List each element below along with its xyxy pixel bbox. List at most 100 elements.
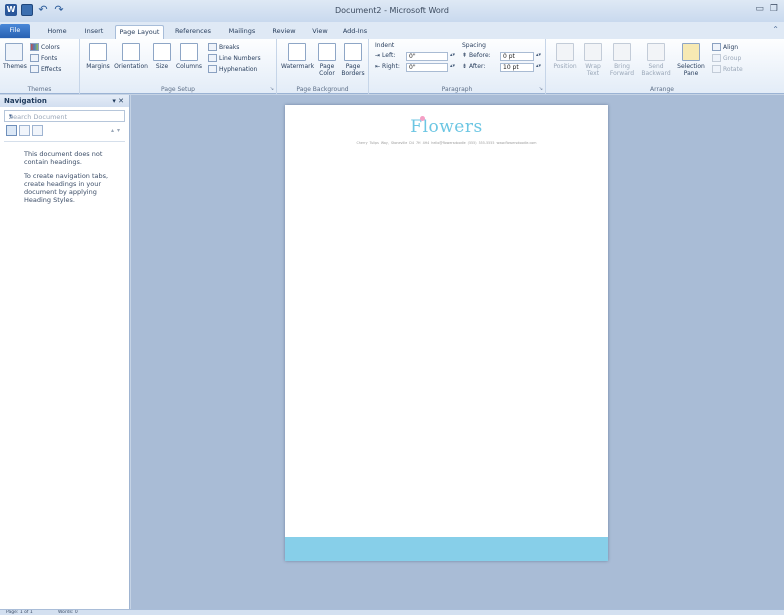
document-page[interactable]: Flowers Cherry Tulips Way, Stoneville D4…	[285, 105, 608, 561]
flower-icon	[420, 116, 426, 121]
ribbon-tabs: File Home Insert Page Layout References …	[0, 22, 784, 39]
position-icon	[556, 43, 574, 61]
theme-colors-button[interactable]: Colors	[30, 43, 60, 51]
selection-pane-button[interactable]: Selection Pane	[675, 43, 707, 77]
orientation-button[interactable]: Orientation	[113, 43, 149, 70]
page-color-button[interactable]: Page Color	[315, 43, 339, 77]
indent-right-field[interactable]: 0"	[406, 63, 448, 72]
margins-label: Margins	[86, 63, 110, 70]
restore-icon[interactable]: ❐	[770, 4, 778, 14]
align-label: Align	[723, 43, 739, 51]
group-objects-button[interactable]: Group	[712, 54, 741, 62]
orientation-label: Orientation	[114, 63, 148, 70]
size-button[interactable]: Size	[152, 43, 172, 70]
colors-icon	[30, 43, 39, 51]
page-setup-launcher-icon[interactable]: ↘	[270, 86, 274, 92]
theme-fonts-button[interactable]: Fonts	[30, 54, 57, 62]
orientation-icon	[122, 43, 140, 61]
tab-review[interactable]: Review	[270, 25, 298, 39]
nav-up-down-icon[interactable]: ▴▾	[111, 127, 123, 134]
spacing-before-row: ⇞ Before:	[462, 52, 491, 59]
hyphenation-button[interactable]: Hyphenation	[208, 65, 257, 73]
indent-left-row: ⇥ Left:	[375, 52, 395, 59]
logo-text: Flowers	[410, 116, 483, 137]
breaks-label: Breaks	[219, 43, 240, 51]
fonts-icon	[30, 54, 39, 62]
help-icon[interactable]: ⌃	[772, 25, 779, 34]
footer-band	[285, 537, 608, 561]
browse-headings-tab[interactable]	[6, 125, 17, 136]
spacing-after-row: ⇟ After:	[462, 63, 485, 70]
search-document-input[interactable]: Search Document ⌕ ▾	[4, 110, 125, 122]
spacing-after-field[interactable]: 10 pt	[500, 63, 534, 72]
themes-button-label: Themes	[3, 63, 27, 70]
tab-add-ins[interactable]: Add-Ins	[341, 25, 369, 39]
indent-left-field[interactable]: 0"	[406, 52, 448, 61]
hyphenation-icon	[208, 65, 217, 73]
group-label-arrange: Arrange	[650, 86, 674, 93]
navigation-header: Navigation ▾ ✕	[0, 95, 129, 107]
themes-icon	[5, 43, 23, 61]
page-color-icon	[318, 43, 336, 61]
line-numbers-button[interactable]: Line Numbers	[208, 54, 261, 62]
wrap-text-button[interactable]: Wrap Text	[581, 43, 605, 77]
tab-mailings[interactable]: Mailings	[225, 25, 259, 39]
spacing-heading: Spacing	[462, 42, 486, 49]
group-arrange: Position Wrap Text Bring Forward Send Ba…	[546, 39, 778, 94]
paragraph-launcher-icon[interactable]: ↘	[539, 86, 543, 92]
breaks-button[interactable]: Breaks	[208, 43, 239, 51]
tab-insert[interactable]: Insert	[81, 25, 107, 39]
watermark-button[interactable]: Watermark	[281, 43, 314, 70]
group-themes: Themes Colors Fonts Effects Themes	[0, 39, 80, 94]
indent-right-spinner[interactable]: ▴▾	[450, 63, 455, 69]
wrap-text-icon	[584, 43, 602, 61]
selection-pane-icon	[682, 43, 700, 61]
flowers-logo: Flowers	[285, 116, 608, 137]
size-label: Size	[155, 63, 169, 70]
line-numbers-icon	[208, 54, 217, 62]
contact-line: Cherry Tulips Way, Stoneville D4 7H 4H4 …	[356, 141, 537, 145]
tab-home[interactable]: Home	[44, 25, 70, 39]
page-borders-icon	[344, 43, 362, 61]
tab-page-layout[interactable]: Page Layout	[115, 25, 164, 39]
indent-right-label: Right:	[382, 63, 400, 70]
size-icon	[153, 43, 171, 61]
group-objects-icon	[712, 54, 721, 62]
align-button[interactable]: Align	[712, 43, 738, 51]
indent-heading: Indent	[375, 42, 395, 49]
columns-label: Columns	[175, 63, 203, 70]
browse-results-tab[interactable]	[32, 125, 43, 136]
send-backward-button[interactable]: Send Backward	[640, 43, 672, 77]
bring-forward-button[interactable]: Bring Forward	[607, 43, 637, 77]
tab-references[interactable]: References	[172, 25, 214, 39]
spacing-after-spinner[interactable]: ▴▾	[536, 63, 541, 69]
page-count[interactable]: Page: 1 of 1	[6, 610, 33, 615]
page-borders-button[interactable]: Page Borders	[341, 43, 365, 77]
position-button[interactable]: Position	[551, 43, 579, 70]
rotate-button[interactable]: Rotate	[712, 65, 743, 73]
line-numbers-label: Line Numbers	[219, 54, 261, 62]
spacing-before-icon: ⇞	[462, 52, 468, 59]
indent-right-row: ⇤ Right:	[375, 63, 400, 70]
tab-file[interactable]: File	[0, 24, 30, 38]
themes-button[interactable]: Themes	[3, 43, 27, 70]
indent-left-spinner[interactable]: ▴▾	[450, 52, 455, 58]
group-objects-label: Group	[723, 54, 742, 62]
indent-left-label: Left:	[382, 52, 396, 59]
word-count[interactable]: Words: 0	[58, 610, 78, 615]
margins-button[interactable]: Margins	[86, 43, 110, 70]
spacing-before-spinner[interactable]: ▴▾	[536, 52, 541, 58]
columns-button[interactable]: Columns	[175, 43, 203, 70]
indent-left-icon: ⇥	[375, 52, 381, 59]
search-dropdown-icon[interactable]: ▾	[9, 113, 121, 119]
theme-effects-button[interactable]: Effects	[30, 65, 61, 73]
position-label: Position	[553, 63, 577, 70]
browse-pages-tab[interactable]	[19, 125, 30, 136]
tab-view[interactable]: View	[309, 25, 331, 39]
spacing-before-field[interactable]: 0 pt	[500, 52, 534, 61]
theme-fonts-label: Fonts	[41, 54, 58, 62]
send-backward-label: Send Backward	[641, 63, 671, 77]
bring-forward-label: Bring Forward	[609, 63, 635, 77]
navigation-close-icon[interactable]: ▾ ✕	[112, 97, 124, 105]
minimize-icon[interactable]: ▭	[755, 4, 764, 14]
